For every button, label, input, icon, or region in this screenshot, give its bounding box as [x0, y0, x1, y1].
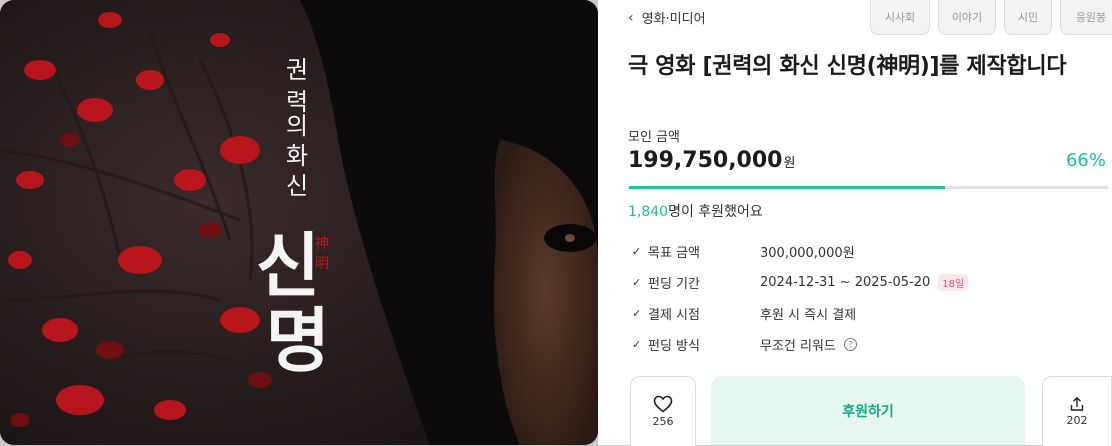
share-icon [1070, 396, 1084, 411]
info-row-method: ✓ 펀딩 방식 무조건 리워드 ? [632, 329, 968, 360]
check-icon: ✓ [632, 245, 642, 258]
info-value: 2024-12-31 ~ 2025-05-20 [760, 275, 931, 290]
check-icon: ✓ [632, 307, 642, 320]
share-button[interactable]: 202 [1042, 376, 1112, 446]
tab-citizen[interactable]: 시민 [1004, 0, 1052, 35]
info-label: 결제 시점 [648, 308, 700, 323]
share-count: 202 [1066, 414, 1088, 427]
amount-raised: 199,750,000원 [628, 148, 795, 173]
tab-cheer[interactable]: 응원봉 [1060, 0, 1112, 35]
funding-progress-fill [629, 186, 946, 189]
breadcrumb[interactable]: ‹ 영화·미디어 [628, 8, 706, 28]
question-icon[interactable]: ? [843, 338, 857, 351]
supporters-count: 1,840명이 후원했어요 [628, 201, 763, 221]
poster-title-char: 권 [286, 56, 308, 84]
project-poster: 권 력 의 화 신 신 명 神 明 [0, 0, 598, 445]
poster-title-char: 신 [286, 172, 308, 200]
poster-title-char: 의 [286, 112, 308, 140]
supporters-suffix: 명이 후원했어요 [668, 204, 763, 220]
heart-icon [653, 395, 673, 413]
funding-percent: 66% [1065, 150, 1106, 171]
info-value: 후원 시 즉시 결제 [760, 308, 857, 323]
info-label: 펀딩 방식 [648, 339, 700, 354]
info-row-period: ✓ 펀딩 기간 2024-12-31 ~ 2025-05-20 18일 [632, 267, 969, 298]
back-project-button[interactable]: 후원하기 [711, 376, 1025, 445]
days-left-badge: 18일 [938, 274, 969, 291]
poster-title-char: 화 [286, 142, 308, 170]
funding-progress-bar [629, 186, 1108, 189]
tab-bar: 시사회 이야기 시민 응원봉 [870, 0, 1112, 35]
project-title: 극 영화 [권력의 화신 신명(神明)]를 제작합니다 [628, 54, 1067, 79]
check-icon: ✓ [632, 276, 642, 289]
chevron-left-icon: ‹ [628, 9, 634, 26]
amount-label: 모인 금액 [628, 130, 680, 145]
check-icon: ✓ [632, 338, 642, 351]
info-label: 목표 금액 [648, 246, 700, 261]
amount-unit: 원 [783, 156, 796, 171]
info-value: 무조건 리워드 [760, 339, 836, 354]
like-button[interactable]: 256 [630, 376, 696, 446]
info-row-payment: ✓ 결제 시점 후원 시 즉시 결제 [632, 298, 968, 329]
poster-hanja-char: 神 [315, 236, 329, 252]
supporters-number: 1,840 [628, 204, 669, 220]
info-row-goal: ✓ 목표 금액 300,000,000원 [632, 236, 968, 267]
info-label: 펀딩 기간 [648, 277, 700, 292]
poster-artwork: 권 력 의 화 신 신 명 神 明 [0, 0, 598, 445]
tab-preview[interactable]: 시사회 [870, 0, 930, 35]
tab-story[interactable]: 이야기 [938, 0, 996, 35]
project-info-panel: ‹ 영화·미디어 시사회 이야기 시민 응원봉 극 영화 [권력의 화신 신명(… [598, 0, 1112, 446]
poster-big-char: 명 [266, 299, 330, 382]
poster-big-char: 신 [256, 224, 320, 307]
funding-info-list: ✓ 목표 금액 300,000,000원 ✓ 펀딩 기간 2024-12-31 … [632, 236, 969, 360]
like-count: 256 [652, 415, 674, 428]
amount-value: 199,750,000 [628, 148, 783, 173]
breadcrumb-category: 영화·미디어 [641, 12, 706, 27]
poster-hanja-char: 明 [315, 256, 329, 272]
info-value: 300,000,000원 [760, 246, 855, 261]
